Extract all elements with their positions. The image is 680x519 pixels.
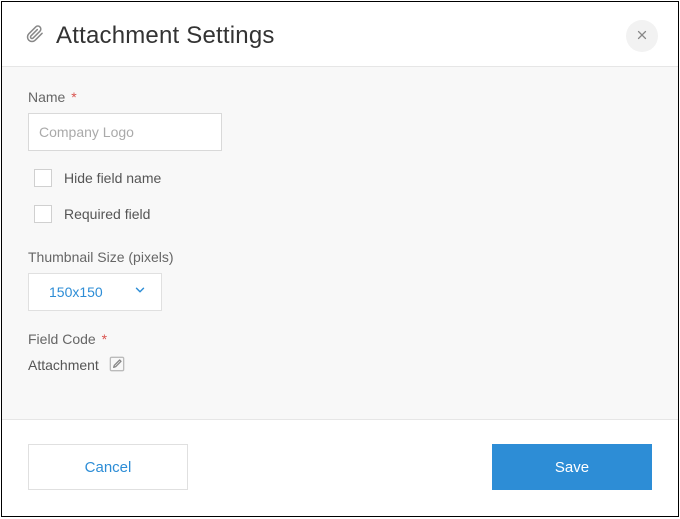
thumbnail-size-value: 150x150	[49, 284, 103, 300]
required-field-label: Required field	[64, 206, 150, 222]
attachment-settings-dialog: Attachment Settings Name * Hide field na…	[1, 1, 679, 517]
attachment-icon	[26, 23, 56, 50]
dialog-body: Name * Hide field name Required field Th…	[2, 67, 678, 419]
field-code-row: Attachment	[28, 355, 652, 375]
required-marker: *	[71, 89, 76, 105]
chevron-down-icon	[133, 283, 147, 302]
dialog-title: Attachment Settings	[56, 22, 275, 50]
hide-field-name-label: Hide field name	[64, 170, 161, 186]
hide-field-name-checkbox[interactable]	[34, 169, 52, 187]
required-field-row: Required field	[34, 205, 652, 223]
name-input[interactable]	[28, 113, 222, 151]
close-button[interactable]	[626, 20, 658, 52]
thumbnail-size-label: Thumbnail Size (pixels)	[28, 249, 652, 265]
field-code-value: Attachment	[28, 357, 99, 373]
hide-field-name-row: Hide field name	[34, 169, 652, 187]
field-code-label: Field Code *	[28, 331, 652, 347]
edit-field-code-button[interactable]	[107, 355, 127, 375]
field-code-group: Field Code * Attachment	[28, 331, 652, 375]
required-field-checkbox[interactable]	[34, 205, 52, 223]
thumbnail-size-group: Thumbnail Size (pixels) 150x150	[28, 249, 652, 311]
save-button[interactable]: Save	[492, 444, 652, 490]
dialog-header: Attachment Settings	[2, 2, 678, 67]
name-field-group: Name * Hide field name Required field	[28, 89, 652, 223]
close-icon	[636, 28, 648, 44]
pencil-icon	[109, 356, 125, 375]
name-label: Name *	[28, 89, 652, 105]
dialog-footer: Cancel Save	[2, 419, 678, 516]
cancel-button[interactable]: Cancel	[28, 444, 188, 490]
thumbnail-size-select[interactable]: 150x150	[28, 273, 162, 311]
required-marker: *	[102, 331, 107, 347]
